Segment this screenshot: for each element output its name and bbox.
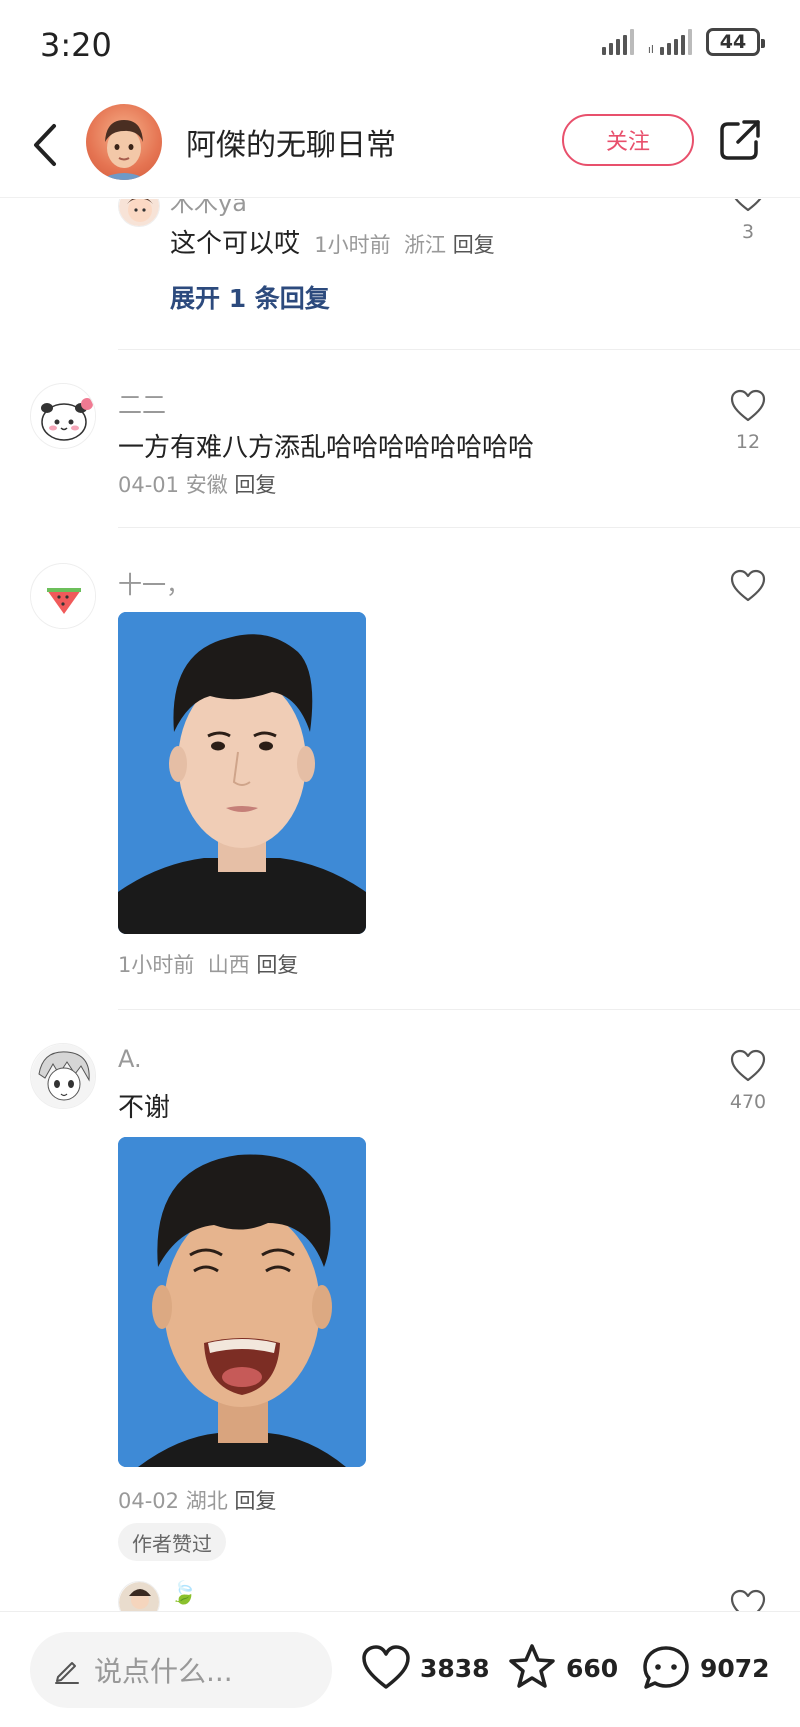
- header: 阿傑的无聊日常 关注: [0, 92, 800, 198]
- comment-body: 不谢: [118, 1093, 171, 1123]
- author-liked-badge: 作者赞过: [118, 1523, 226, 1561]
- like-count: 470: [729, 1091, 767, 1113]
- like-button[interactable]: 3: [728, 199, 768, 243]
- like-count: 3: [741, 221, 755, 243]
- comment-location: 山西: [207, 953, 250, 977]
- heart-icon: [730, 1589, 766, 1611]
- like-button[interactable]: [728, 569, 768, 607]
- heart-icon: [734, 199, 762, 212]
- battery-level: 44: [719, 31, 747, 53]
- comment-meta: 1小时前 浙江 回复: [314, 233, 494, 257]
- star-icon: [509, 1644, 555, 1688]
- like-button[interactable]: 470: [728, 1049, 768, 1113]
- comment-meta: 04-01 安徽 回复: [118, 469, 276, 499]
- comment-list[interactable]: 木木ya 这个可以哎 1小时前 浙江 回复 展开 1 条回复 3 二二 一方有难…: [0, 199, 800, 1611]
- comment-photo[interactable]: [118, 612, 366, 934]
- like-count: 12: [735, 431, 761, 453]
- comment-stat[interactable]: 9072: [640, 1642, 770, 1694]
- heart-icon: [362, 1645, 410, 1689]
- comment-time: 04-02: [118, 1489, 180, 1513]
- author-name[interactable]: 阿傑的无聊日常: [186, 120, 396, 164]
- comment-text: 这个可以哎 1小时前 浙江 回复: [170, 223, 495, 260]
- commenter-name[interactable]: 🍃: [170, 1581, 197, 1606]
- comment-item: A. 不谢 04-02 湖北 回复 作者赞过 470: [0, 1009, 800, 1569]
- status-icons: ıl 44: [601, 28, 765, 56]
- comment-location: 浙江: [404, 233, 447, 257]
- heart-icon: [730, 389, 766, 422]
- comment-photo[interactable]: [118, 1137, 366, 1467]
- pencil-icon: [55, 1662, 79, 1684]
- author-avatar[interactable]: [86, 104, 162, 180]
- favorite-stat[interactable]: 660: [506, 1642, 618, 1694]
- commenter-avatar[interactable]: [118, 1581, 160, 1611]
- comment-count: 9072: [700, 1653, 770, 1683]
- divider: [118, 527, 800, 528]
- comment-item: 二二 一方有难八方添乱哈哈哈哈哈哈哈哈 04-01 安徽 回复 12: [0, 349, 800, 529]
- reply-button[interactable]: 回复: [234, 1489, 276, 1513]
- comment-body: 一方有难八方添乱哈哈哈哈哈哈哈哈: [118, 433, 535, 463]
- status-bar: 3:20 ıl 44: [0, 0, 800, 92]
- commenter-avatar[interactable]: [30, 1043, 96, 1109]
- commenter-avatar[interactable]: [30, 383, 96, 449]
- bottom-bar: 说点什么... 3838 660 9072: [0, 1611, 800, 1727]
- share-icon[interactable]: [718, 118, 762, 162]
- comment-item: 十一， 1小时前 山西 回复: [0, 529, 800, 1010]
- signal-icon: [601, 29, 634, 55]
- comment-placeholder: 说点什么...: [94, 1655, 233, 1688]
- status-time: 3:20: [40, 26, 112, 64]
- like-count: 3838: [420, 1653, 490, 1683]
- chat-bubble-icon: [643, 1646, 689, 1689]
- expand-replies-button[interactable]: 展开 1 条回复: [170, 279, 330, 315]
- like-button[interactable]: 12: [728, 389, 768, 453]
- network-icon: ıl: [647, 43, 654, 56]
- comment-time: 04-01: [118, 473, 180, 497]
- commenter-name[interactable]: 二二: [118, 385, 166, 420]
- comment-time: 1小时前: [314, 233, 391, 257]
- comment-location: 安徽: [185, 473, 228, 497]
- comment-location: 湖北: [185, 1489, 228, 1513]
- comment-item: 🍃: [0, 1569, 800, 1611]
- commenter-name[interactable]: 十一，: [118, 565, 190, 600]
- like-stat[interactable]: 3838: [360, 1642, 490, 1694]
- commenter-avatar[interactable]: [30, 563, 96, 629]
- back-icon[interactable]: [26, 122, 66, 168]
- battery-icon: 44: [706, 28, 765, 56]
- reply-button[interactable]: 回复: [256, 953, 298, 977]
- signal-2-icon: [660, 29, 692, 55]
- follow-button[interactable]: 关注: [562, 114, 694, 166]
- comment-time: 1小时前: [118, 953, 195, 977]
- favorite-count: 660: [566, 1653, 619, 1683]
- commenter-avatar[interactable]: [118, 199, 160, 227]
- like-button[interactable]: [728, 1589, 768, 1611]
- commenter-name[interactable]: 木木ya: [170, 199, 247, 218]
- comment-input[interactable]: 说点什么...: [30, 1632, 332, 1708]
- comment-meta: 1小时前 山西 回复: [118, 949, 298, 979]
- comment-meta: 04-02 湖北 回复: [118, 1485, 276, 1515]
- heart-icon: [730, 569, 766, 602]
- comment-body: 这个可以哎: [170, 229, 301, 259]
- reply-button[interactable]: 回复: [234, 473, 276, 497]
- commenter-name[interactable]: A.: [118, 1045, 142, 1073]
- heart-icon: [730, 1049, 766, 1082]
- reply-button[interactable]: 回复: [453, 233, 495, 257]
